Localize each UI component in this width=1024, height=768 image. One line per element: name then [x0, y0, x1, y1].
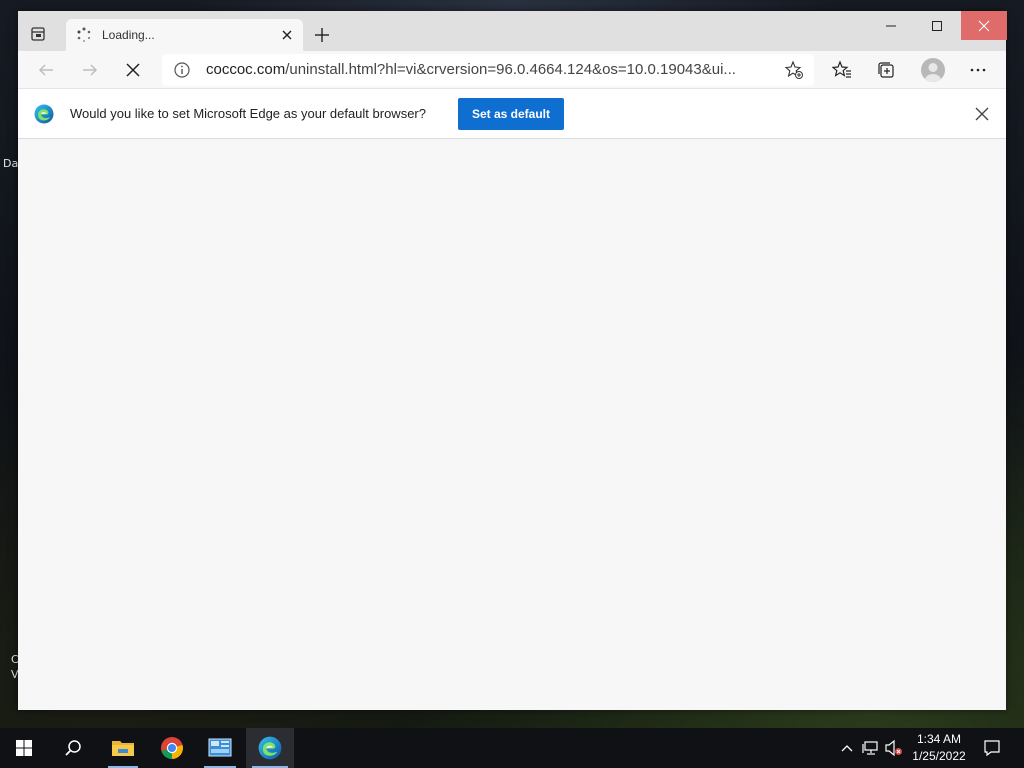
- url-domain: coccoc.com: [206, 61, 286, 78]
- action-center-icon[interactable]: [982, 738, 1002, 758]
- arrow-right-icon: [83, 64, 97, 76]
- edge-logo-icon: [34, 104, 54, 124]
- taskbar-edge[interactable]: [246, 728, 294, 768]
- edge-icon: [258, 736, 282, 760]
- loading-spinner-icon: [76, 27, 92, 43]
- minimize-icon: [886, 25, 896, 26]
- collections-icon: [878, 62, 894, 78]
- system-clock[interactable]: 1:34 AM 1/25/2022: [900, 731, 978, 765]
- tab-close-icon[interactable]: [277, 25, 297, 45]
- windows-logo-icon: [16, 740, 32, 756]
- forward-button[interactable]: [76, 56, 104, 84]
- minimize-button[interactable]: [868, 11, 914, 40]
- desktop-icon-label[interactable]: Da: [3, 157, 18, 170]
- tab-actions-icon[interactable]: [28, 24, 48, 44]
- control-panel-icon: [208, 738, 232, 757]
- person-icon: [925, 63, 941, 82]
- favorites-button[interactable]: [828, 56, 856, 84]
- set-as-default-button[interactable]: Set as default: [458, 98, 564, 130]
- maximize-button[interactable]: [914, 11, 960, 40]
- navigation-toolbar: coccoc.com/uninstall.html?hl=vi&crversio…: [18, 51, 1006, 89]
- tab-active[interactable]: Loading...: [66, 19, 303, 51]
- browser-window: Loading... coccoc.com/uninstall.html?hl=…: [18, 11, 1007, 710]
- profile-avatar[interactable]: [921, 58, 945, 82]
- info-icon[interactable]: [174, 62, 190, 78]
- add-favorite-icon[interactable]: [784, 60, 804, 80]
- maximize-icon: [932, 20, 942, 31]
- favorites-icon: [832, 60, 851, 78]
- arrow-left-icon: [39, 64, 53, 76]
- start-button[interactable]: [0, 728, 48, 768]
- default-browser-infobar: Would you like to set Microsoft Edge as …: [18, 89, 1006, 139]
- tab-title: Loading...: [102, 28, 155, 42]
- page-content: [18, 139, 1006, 710]
- plus-icon: [315, 28, 329, 42]
- new-tab-button[interactable]: [310, 23, 334, 47]
- address-bar[interactable]: coccoc.com/uninstall.html?hl=vi&crversio…: [162, 54, 814, 86]
- chevron-up-icon: [841, 745, 853, 752]
- taskbar: 1:34 AM 1/25/2022: [0, 728, 1024, 768]
- folder-icon: [112, 741, 134, 756]
- url-path: /uninstall.html?hl=vi&crversion=96.0.466…: [285, 61, 736, 78]
- title-bar: Loading...: [18, 11, 1007, 51]
- settings-menu-button[interactable]: [964, 56, 992, 84]
- show-hidden-icons[interactable]: [837, 738, 857, 758]
- close-icon: [978, 20, 990, 31]
- back-button[interactable]: [32, 56, 60, 84]
- network-icon[interactable]: [861, 738, 881, 758]
- close-window-button[interactable]: [961, 11, 1007, 40]
- infobar-message: Would you like to set Microsoft Edge as …: [70, 106, 426, 121]
- more-icon: [970, 68, 986, 72]
- chrome-icon: [161, 737, 183, 759]
- clock-time: 1:34 AM: [916, 732, 962, 746]
- taskbar-control-panel[interactable]: [198, 728, 242, 768]
- infobar-close-icon[interactable]: [972, 104, 992, 124]
- clock-date: 1/25/2022: [912, 749, 966, 763]
- taskbar-chrome[interactable]: [150, 728, 194, 768]
- taskbar-file-explorer[interactable]: [102, 728, 144, 768]
- stop-loading-button[interactable]: [119, 56, 147, 84]
- url-text[interactable]: coccoc.com/uninstall.html?hl=vi&crversio…: [206, 61, 772, 78]
- search-icon: [65, 740, 81, 756]
- search-button[interactable]: [50, 728, 96, 768]
- collections-button[interactable]: [872, 56, 900, 84]
- stop-icon: [126, 63, 140, 77]
